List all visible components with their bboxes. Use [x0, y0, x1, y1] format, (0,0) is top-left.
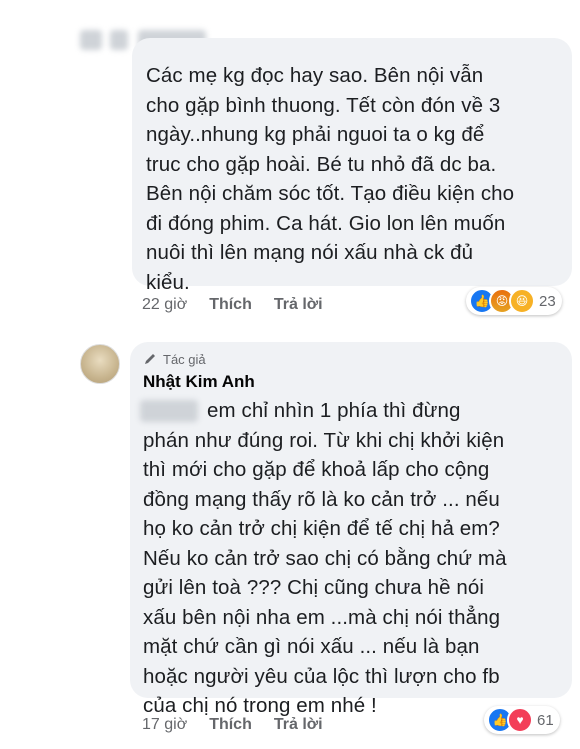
reply-button[interactable]: Trả lời — [274, 296, 323, 314]
avatar[interactable] — [80, 344, 120, 384]
author-name[interactable]: Nhật Kim Anh — [143, 372, 255, 392]
author-badge-label: Tác giả — [163, 351, 206, 367]
comment-timestamp[interactable]: 17 giờ — [142, 716, 187, 734]
blurred-commenter-name — [110, 30, 128, 50]
pen-icon — [145, 354, 155, 364]
comment-text: Các mẹ kg đọc hay sao. Bên nội vẫn cho g… — [146, 64, 515, 294]
comment-actions: 22 giờ Thích Trả lời — [142, 296, 323, 314]
like-button[interactable]: Thích — [209, 716, 252, 734]
haha-reaction-icon: 😆 — [509, 288, 535, 314]
comment-actions: 17 giờ Thích Trả lời — [142, 716, 323, 734]
blurred-commenter-name — [80, 30, 102, 50]
love-reaction-icon: ♥ — [507, 707, 533, 733]
reply-button[interactable]: Trả lời — [274, 716, 323, 734]
comment-text: em chỉ nhìn 1 phía thì đừng phán như đún… — [143, 399, 507, 717]
author-badge: Tác giả — [143, 350, 206, 368]
reaction-count: 23 — [539, 292, 556, 310]
comment-bubble: Tác giả Nhật Kim Anh em chỉ nhìn 1 phía … — [130, 342, 572, 717]
like-button[interactable]: Thích — [209, 296, 252, 314]
reaction-summary[interactable]: 👍 😡 😆 23 — [466, 287, 562, 315]
comment-bubble: Các mẹ kg đọc hay sao. Bên nội vẫn cho g… — [132, 38, 572, 294]
reaction-count: 61 — [537, 711, 554, 729]
reaction-summary[interactable]: 👍 ♥ 61 — [484, 706, 560, 734]
comment-timestamp[interactable]: 22 giờ — [142, 296, 187, 314]
